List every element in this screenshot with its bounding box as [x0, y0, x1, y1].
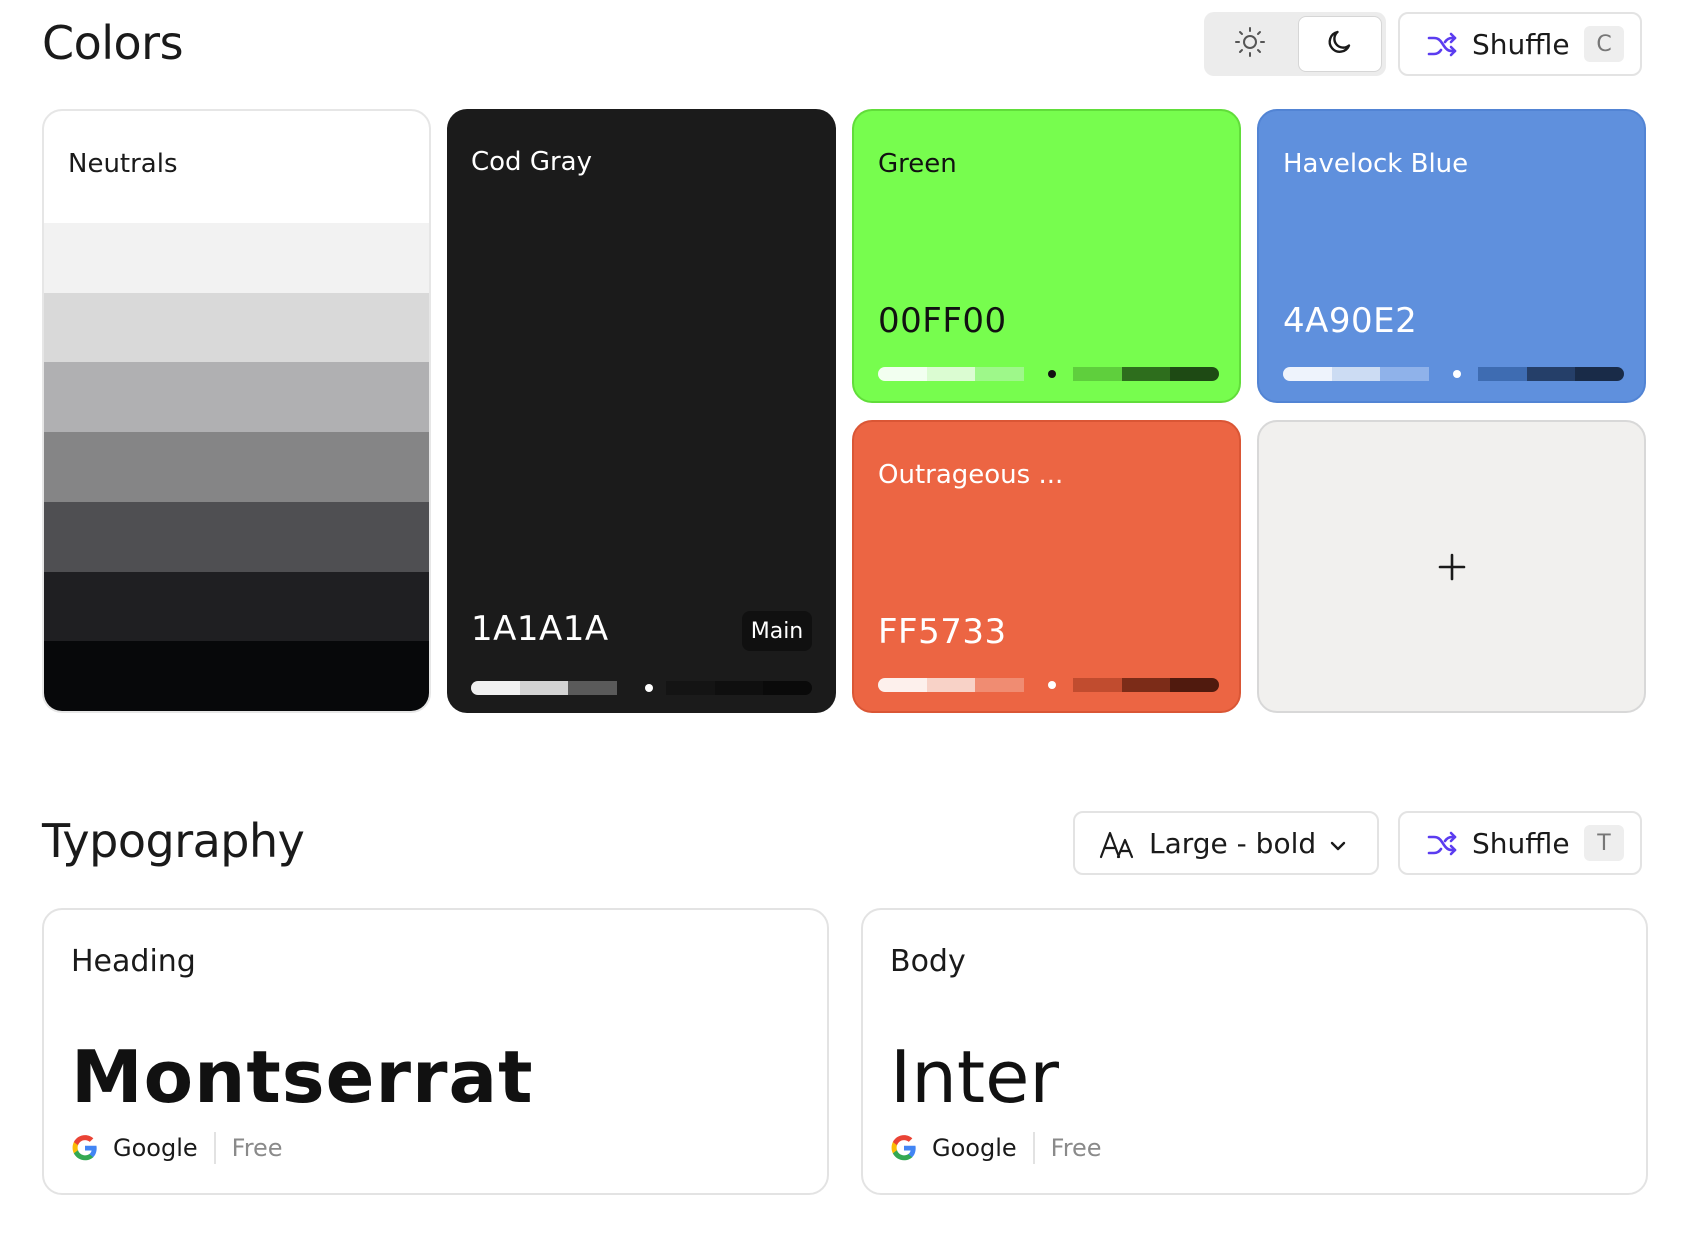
neutral-shade-swatch[interactable] — [44, 641, 429, 711]
shade-swatch[interactable] — [1072, 678, 1122, 692]
shade-swatch[interactable] — [878, 678, 927, 692]
current-shade-marker — [1048, 681, 1056, 689]
color-name: Green — [878, 149, 957, 179]
color-hex: 00FF00 — [878, 301, 1007, 341]
neutral-shade-swatch[interactable] — [44, 223, 429, 293]
shade-swatch[interactable] — [926, 367, 976, 381]
current-shade-marker — [1453, 370, 1461, 378]
font-size-select[interactable]: Large - bold — [1073, 811, 1379, 875]
shade-swatch[interactable] — [568, 681, 618, 695]
divider — [1032, 1132, 1035, 1164]
color-name: Outrageous ... — [878, 460, 1064, 490]
neutral-shade-stack — [44, 223, 429, 711]
neutral-shade-swatch[interactable] — [44, 362, 429, 433]
colors-title: Colors — [42, 16, 184, 70]
neutral-shade-swatch[interactable] — [44, 501, 429, 572]
shuffle-typography-button[interactable]: Shuffle T — [1398, 811, 1642, 875]
color-card-outrageous-orange[interactable]: Outrageous ... FF5733 — [852, 420, 1241, 713]
shade-swatch[interactable] — [714, 681, 764, 695]
shade-swatch[interactable] — [763, 681, 812, 695]
sun-icon — [1234, 26, 1266, 62]
shade-swatch[interactable] — [1526, 367, 1576, 381]
shade-swatch[interactable] — [1575, 367, 1624, 381]
main-color-badge: Main — [742, 611, 812, 651]
color-hex: 1A1A1A — [471, 609, 609, 649]
neutrals-card[interactable]: Neutrals — [42, 109, 431, 713]
shortcut-key-badge: C — [1584, 26, 1624, 62]
font-meta: Google Free — [890, 1132, 1102, 1164]
shade-swatch[interactable] — [1477, 367, 1527, 381]
neutrals-title: Neutrals — [68, 149, 178, 179]
color-name: Havelock Blue — [1283, 149, 1469, 179]
body-font-card[interactable]: Body Inter Google Free — [861, 908, 1648, 1195]
font-size-icon — [1099, 829, 1135, 865]
light-mode-button[interactable] — [1208, 16, 1292, 72]
dark-mode-button[interactable] — [1298, 16, 1382, 72]
shortcut-key-badge: T — [1584, 825, 1624, 861]
font-size-select-value: Large - bold — [1149, 827, 1317, 860]
shade-swatch[interactable] — [1380, 367, 1430, 381]
color-hex: 4A90E2 — [1283, 301, 1418, 341]
shade-swatch[interactable] — [519, 681, 569, 695]
google-icon — [71, 1134, 99, 1162]
shade-swatch[interactable] — [878, 367, 927, 381]
shuffle-icon — [1426, 30, 1458, 66]
shuffle-colors-label: Shuffle — [1472, 28, 1570, 61]
shade-swatch[interactable] — [1170, 678, 1219, 692]
shade-swatch[interactable] — [1283, 367, 1332, 381]
font-role-label: Body — [890, 944, 966, 979]
font-name: Inter — [890, 1035, 1059, 1119]
shade-swatch[interactable] — [1072, 367, 1122, 381]
shade-swatch[interactable] — [1170, 367, 1219, 381]
add-color-card[interactable] — [1257, 420, 1646, 713]
current-shade-marker — [1048, 370, 1056, 378]
shade-scale-bar[interactable] — [471, 681, 812, 695]
heading-font-card[interactable]: Heading Montserrat Google Free — [42, 908, 829, 1195]
shade-swatch[interactable] — [975, 367, 1025, 381]
color-card-havelock-blue[interactable]: Havelock Blue 4A90E2 — [1257, 109, 1646, 403]
neutral-shade-swatch[interactable] — [44, 432, 429, 502]
google-icon — [890, 1134, 918, 1162]
shuffle-colors-button[interactable]: Shuffle C — [1398, 12, 1642, 76]
shuffle-icon — [1426, 829, 1458, 865]
color-name: Cod Gray — [471, 147, 592, 177]
shade-swatch[interactable] — [975, 678, 1025, 692]
font-provider: Google — [932, 1134, 1017, 1162]
shade-swatch[interactable] — [1121, 678, 1171, 692]
neutral-shade-swatch[interactable] — [44, 571, 429, 642]
shade-swatch[interactable] — [471, 681, 520, 695]
theme-toggle — [1204, 12, 1386, 76]
shade-swatch[interactable] — [1331, 367, 1381, 381]
shade-swatch[interactable] — [665, 681, 715, 695]
color-hex: FF5733 — [878, 612, 1007, 652]
neutral-shade-swatch[interactable] — [44, 292, 429, 363]
typography-title: Typography — [42, 814, 305, 868]
shade-swatch[interactable] — [926, 678, 976, 692]
font-provider: Google — [113, 1134, 198, 1162]
shade-swatch[interactable] — [617, 681, 666, 695]
color-card-green[interactable]: Green 00FF00 — [852, 109, 1241, 403]
chevron-down-icon — [1329, 837, 1347, 856]
font-price: Free — [1050, 1134, 1102, 1162]
font-role-label: Heading — [71, 944, 196, 979]
shuffle-typography-label: Shuffle — [1472, 827, 1570, 860]
font-price: Free — [231, 1134, 283, 1162]
current-shade-marker — [645, 684, 653, 692]
plus-icon — [1437, 552, 1467, 586]
font-name: Montserrat — [71, 1035, 534, 1119]
moon-icon — [1325, 27, 1355, 61]
divider — [213, 1132, 216, 1164]
color-card-cod-gray[interactable]: Cod Gray 1A1A1A Main — [447, 109, 836, 713]
font-meta: Google Free — [71, 1132, 283, 1164]
shade-swatch[interactable] — [1121, 367, 1171, 381]
